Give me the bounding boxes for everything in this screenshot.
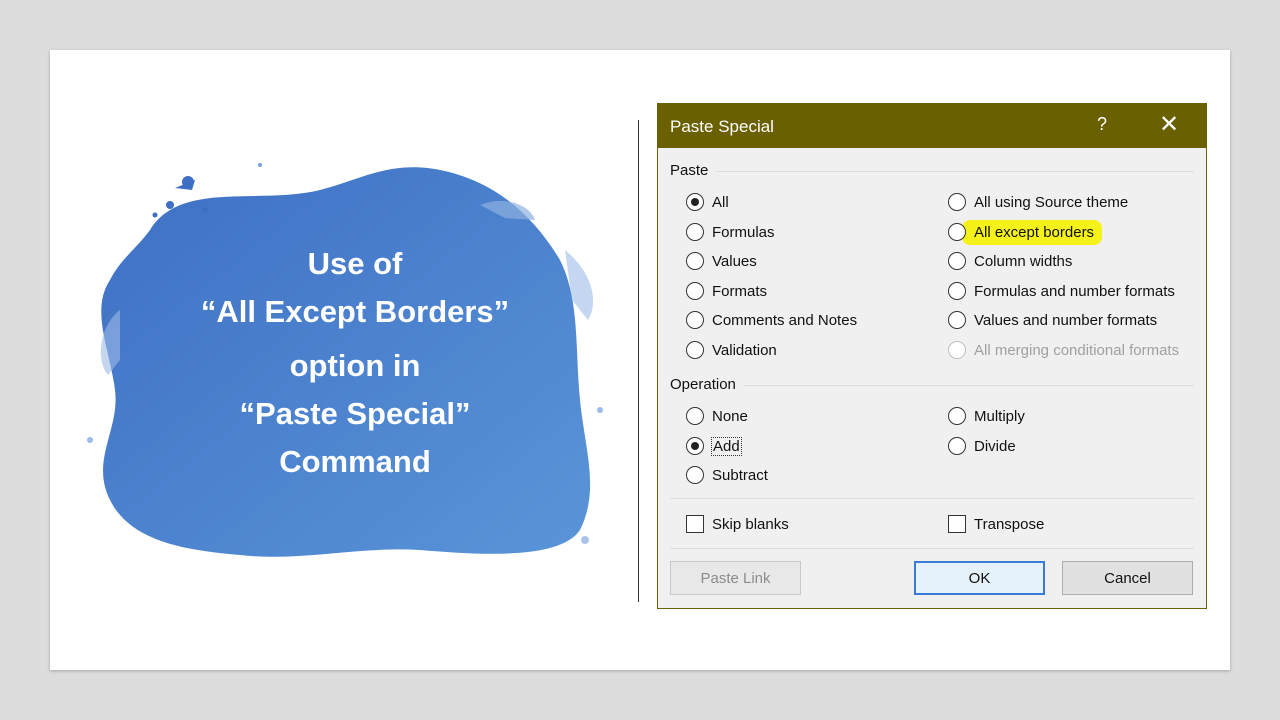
operation-option-subtract[interactable]: Subtract [686, 464, 768, 486]
radio-button[interactable] [686, 282, 704, 300]
paste-option-all[interactable]: All [686, 191, 729, 213]
option-label: Formulas and number formats [974, 282, 1175, 300]
transpose-checkbox[interactable]: Transpose [948, 513, 1044, 535]
paste-option-values[interactable]: Values [686, 250, 757, 272]
radio-button[interactable] [686, 223, 704, 241]
option-label: Divide [974, 437, 1016, 455]
option-label: Values [712, 252, 757, 270]
operation-group-label: Operation [670, 376, 736, 393]
option-label: Formats [712, 282, 768, 300]
radio-button[interactable] [948, 193, 966, 211]
operation-option-add[interactable]: Add [686, 435, 742, 457]
radio-button[interactable] [948, 311, 966, 329]
help-icon[interactable]: ? [1090, 114, 1114, 135]
option-label: All merging conditional formats [974, 341, 1180, 359]
paste-option-values-and-number-formats[interactable]: Values and number formats [948, 309, 1157, 331]
operation-option-multiply[interactable]: Multiply [948, 405, 1025, 427]
paste-option-column-widths[interactable]: Column widths [948, 250, 1072, 272]
paste-special-dialog: Paste Special ? ✕ Paste All Formulas Val… [657, 103, 1207, 609]
operation-group-line [744, 385, 1194, 386]
skip-blanks-checkbox[interactable]: Skip blanks [686, 513, 789, 535]
paste-group-label: Paste [670, 162, 709, 179]
radio-button[interactable] [948, 437, 966, 455]
divider [638, 120, 639, 602]
radio-button [948, 341, 966, 359]
option-label: Multiply [974, 407, 1025, 425]
dialog-titlebar[interactable]: Paste Special ? ✕ [658, 104, 1206, 148]
title-splash: Use of “All Except Borders” option in “P… [60, 110, 620, 570]
radio-button[interactable] [686, 193, 704, 211]
paste-option-formulas-and-number-formats[interactable]: Formulas and number formats [948, 280, 1175, 302]
operation-option-divide[interactable]: Divide [948, 435, 1016, 457]
checkbox-separator [670, 498, 1194, 499]
option-label: Validation [712, 341, 777, 359]
paste-link-button[interactable]: Paste Link [670, 561, 801, 595]
radio-button[interactable] [686, 252, 704, 270]
paste-option-all-except-borders[interactable]: All except borders [948, 219, 1103, 245]
paste-option-all-merging-conditional-formats: All merging conditional formats [948, 339, 1179, 361]
option-label: Formulas [712, 223, 775, 241]
cancel-button[interactable]: Cancel [1062, 561, 1193, 595]
heading-line-1: Use of [307, 246, 403, 281]
checkbox-box[interactable] [686, 515, 704, 533]
checkbox-label: Skip blanks [712, 515, 789, 533]
option-label: Add [711, 436, 742, 456]
dialog-title: Paste Special [670, 117, 774, 136]
button-separator [670, 548, 1194, 549]
radio-button[interactable] [948, 223, 966, 241]
option-label: Comments and Notes [712, 311, 858, 329]
radio-button[interactable] [686, 341, 704, 359]
ok-button[interactable]: OK [914, 561, 1045, 595]
radio-button[interactable] [686, 311, 704, 329]
option-label: All [712, 193, 729, 211]
option-label: All using Source theme [974, 193, 1129, 211]
radio-button[interactable] [948, 282, 966, 300]
radio-button[interactable] [686, 466, 704, 484]
radio-button[interactable] [686, 407, 704, 425]
heading-line-2: “All Except Borders” [200, 294, 510, 329]
paste-option-formulas[interactable]: Formulas [686, 221, 775, 243]
heading-line-3: option in [289, 348, 421, 383]
option-label-highlighted: All except borders [962, 219, 1103, 245]
checkbox-label: Transpose [974, 515, 1045, 533]
heading-line-5: Command [279, 444, 431, 479]
radio-button[interactable] [686, 437, 704, 455]
option-label: Values and number formats [974, 311, 1158, 329]
option-label: Subtract [712, 466, 768, 484]
option-label: Column widths [974, 252, 1073, 270]
operation-option-none[interactable]: None [686, 405, 748, 427]
close-icon[interactable]: ✕ [1154, 110, 1184, 140]
paste-option-validation[interactable]: Validation [686, 339, 777, 361]
paste-option-comments-and-notes[interactable]: Comments and Notes [686, 309, 857, 331]
paste-option-formats[interactable]: Formats [686, 280, 767, 302]
radio-button[interactable] [948, 252, 966, 270]
paste-option-all-using-source-theme[interactable]: All using Source theme [948, 191, 1128, 213]
paste-group-line [716, 171, 1194, 172]
checkbox-box[interactable] [948, 515, 966, 533]
heading-line-4: “Paste Special” [239, 396, 471, 431]
slide-heading: Use of “All Except Borders” option in “P… [160, 240, 550, 486]
radio-button[interactable] [948, 407, 966, 425]
option-label: None [712, 407, 748, 425]
